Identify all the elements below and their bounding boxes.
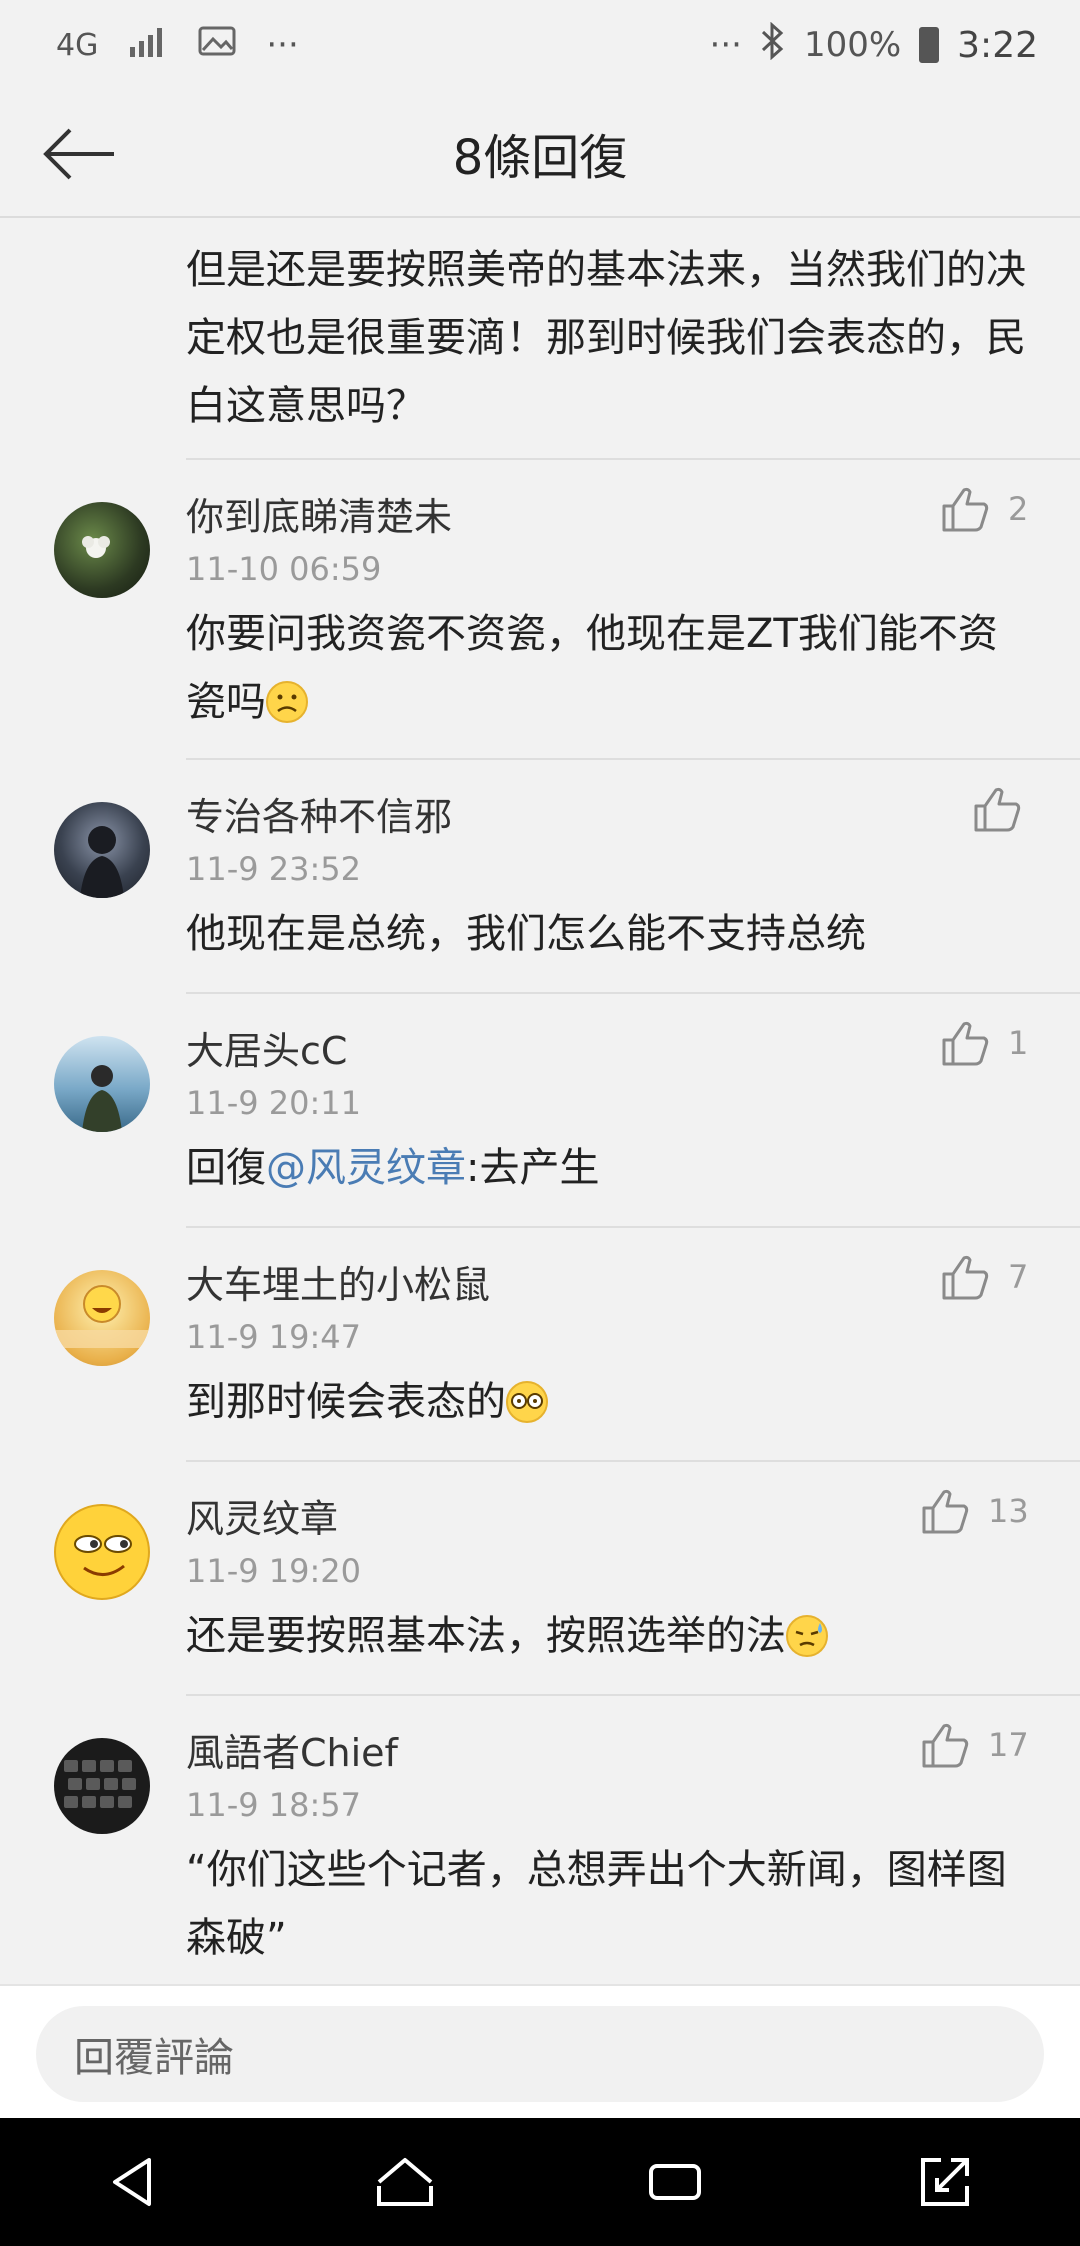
like-button[interactable]: 17 [920,1720,1029,1770]
network-4g-icon: 4G [56,27,99,63]
battery-percent: 100% [803,25,902,65]
avatar[interactable] [54,502,150,598]
expand-icon [921,2158,969,2206]
like-count: 13 [988,1492,1029,1530]
timestamp: 11-9 19:20 [186,1552,362,1590]
comment-text: 到那时候会表态的 [186,1368,1036,1436]
home-icon [377,2158,433,2206]
list-item[interactable]: 風語者Chief 11-9 18:57 “你们这些个记者，总想弄出个大新闻，图样… [0,1694,1080,1984]
status-bar: 4G ··· ··· 100% 3:22 [0,0,1080,90]
thumbs-up-icon [922,1723,969,1768]
timestamp: 11-9 23:52 [186,850,362,888]
avatar[interactable] [54,802,150,898]
like-count: 1 [1008,1024,1029,1062]
avatar[interactable] [54,1738,150,1834]
username[interactable]: 風語者Chief [186,1722,398,1777]
comment-text: 他现在是总统，我们怎么能不支持总统 [186,911,866,957]
username[interactable]: 大车埋土的小松鼠 [186,1254,490,1309]
timestamp: 11-9 20:11 [186,1084,362,1122]
timestamp: 11-9 18:57 [186,1786,362,1824]
username[interactable]: 大居头cC [186,1020,347,1075]
comment-text-body: 到那时候会表态的 [186,1379,506,1425]
avatar[interactable] [54,1036,150,1132]
like-button[interactable]: 2 [940,484,1044,534]
thumbs-up-icon [974,787,1021,832]
mention-link[interactable]: @风灵纹章 [266,1145,466,1191]
comment-text: “你们这些个记者，总想弄出个大新闻，图样图森破” [186,1847,1007,1961]
username[interactable]: 风灵纹章 [186,1488,338,1543]
comment-text: 你要问我资瓷不资瓷，他现在是ZT我们能不资瓷吗 [186,600,1036,736]
clock: 3:22 [957,24,1038,66]
username[interactable]: 你到底睇清楚未 [186,486,452,541]
like-button[interactable]: 1 [940,1018,1044,1068]
system-nav-bar [0,2118,1080,2246]
like-count: 7 [1008,1258,1029,1296]
comment-text-body: 还是要按照基本法，按照选举的法 [186,1613,786,1659]
list-item[interactable]: 风灵纹章 11-9 19:20 还是要按照基本法，按照选举的法 13 [0,1460,1080,1694]
list-item[interactable]: 专治各种不信邪 11-9 23:52 他现在是总统，我们怎么能不支持总统 [0,758,1080,992]
more-status-icon: ··· [709,25,742,65]
thumbs-up-icon [922,1489,969,1534]
thumbs-up-icon [942,1255,989,1300]
timestamp: 11-10 06:59 [186,550,382,588]
like-count: 17 [988,1726,1029,1764]
comment-text: 回復@风灵纹章:去产生 [186,1134,1036,1202]
nav-back-button[interactable] [95,2142,175,2222]
reply-body: :去产生 [466,1145,600,1191]
list-item[interactable]: 大居头cC 11-9 20:11 回復@风灵纹章:去产生 1 [0,992,1080,1226]
reply-bar: 回覆評論 [0,1984,1080,2118]
thumbs-up-icon [942,487,989,532]
sweat-emoji-icon [786,1615,828,1657]
image-notification-icon [198,25,236,66]
header: 8條回復 [0,90,1080,218]
frowning-emoji-icon [266,681,308,723]
like-button[interactable]: 13 [920,1486,1029,1536]
reply-list[interactable]: 但是还是要按照美帝的基本法来，当然我们的决定权也是很重要滴！那到时候我们会表态的… [0,218,1080,1984]
reply-input[interactable]: 回覆評論 [36,2006,1044,2102]
timestamp: 11-9 19:47 [186,1318,362,1356]
comment-text-continuation: 但是还是要按照美帝的基本法来，当然我们的决定权也是很重要滴！那到时候我们会表态的… [186,247,1026,429]
nav-home-button[interactable] [365,2142,445,2222]
thumbs-up-icon [942,1021,989,1066]
recents-icon [649,2164,701,2200]
username[interactable]: 专治各种不信邪 [186,786,452,841]
bluetooth-icon [760,21,786,69]
signal-icon [128,25,168,66]
more-notifications-icon: ··· [266,25,299,65]
battery-icon [919,27,940,63]
list-item[interactable]: 大车埋土的小松鼠 11-9 19:47 到那时候会表态的 7 [0,1226,1080,1460]
like-count: 2 [1008,490,1029,528]
nav-recents-button[interactable] [635,2142,715,2222]
avatar[interactable] [54,1504,150,1600]
nav-expand-button[interactable] [905,2142,985,2222]
avatar[interactable] [54,1270,150,1366]
comment-text: 还是要按照基本法，按照选举的法 [186,1602,1036,1670]
dizzy-glasses-emoji-icon [506,1381,548,1423]
reply-prefix: 回復 [186,1145,266,1191]
like-button[interactable]: 7 [940,1252,1044,1302]
page-title: 8條回復 [452,130,628,186]
back-triangle-icon [113,2158,151,2206]
list-item[interactable]: 你到底睇清楚未 11-10 06:59 你要问我资瓷不资瓷，他现在是ZT我们能不… [0,458,1080,758]
like-button[interactable] [972,784,1022,834]
